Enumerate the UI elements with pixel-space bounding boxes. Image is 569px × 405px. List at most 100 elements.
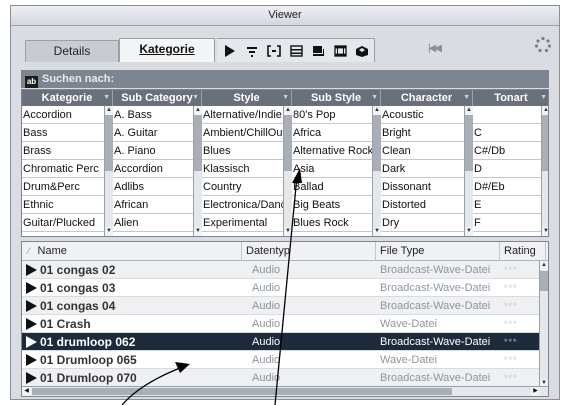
row-rating[interactable]: *** — [504, 315, 540, 333]
grid-icon[interactable] — [331, 42, 349, 60]
filter-item[interactable]: Acoustic — [381, 106, 473, 124]
filter-item[interactable]: Blues — [202, 142, 292, 160]
filter-list-sub-style[interactable]: 80's Pop Africa Alternative Rock Asia Ballad… — [292, 106, 381, 232]
column-header-file-type[interactable]: File Type — [376, 242, 500, 261]
filter-scrollbar[interactable]: ▲ ▼ — [193, 106, 202, 236]
filter-item[interactable]: 80's Pop — [292, 106, 381, 124]
row-rating[interactable]: *** — [504, 333, 540, 351]
play-icon[interactable] — [26, 282, 37, 294]
filter-header-style[interactable]: Style ▼ — [202, 90, 292, 106]
bracket-frame-icon[interactable] — [265, 42, 283, 60]
filter-scrollbar[interactable]: ▲ ▼ — [283, 106, 292, 236]
filter-item[interactable]: Ballad — [292, 178, 381, 196]
table-row[interactable]: 01 congas 04 Audio Broadcast-Wave-Datei *** — [22, 297, 540, 315]
play-icon[interactable] — [26, 300, 37, 312]
filter-item[interactable]: Ethnic — [22, 196, 113, 214]
filter-list-tonart[interactable]: C C#/Db D D#/Eb E F — [473, 106, 548, 232]
filter-item[interactable]: African — [113, 196, 202, 214]
filter-item[interactable]: Big Beats — [292, 196, 381, 214]
row-rating[interactable]: *** — [504, 279, 540, 297]
filter-item[interactable]: Alternative/Indie — [202, 106, 292, 124]
filter-header-sub-category[interactable]: Sub Category ▼ — [113, 90, 202, 106]
filter-list-character[interactable]: Acoustic Bright Clean Dark Dissonant Distorte… — [381, 106, 473, 232]
filter-item[interactable]: Brass — [22, 142, 113, 160]
filter-item[interactable]: Dry — [381, 214, 473, 232]
filter-item[interactable]: Guitar/Plucked — [22, 214, 113, 232]
filter-item[interactable]: Dissonant — [381, 178, 473, 196]
cube-icon[interactable] — [353, 42, 371, 60]
row-rating[interactable]: *** — [504, 369, 540, 387]
row-rating[interactable]: *** — [504, 351, 540, 369]
filter-item[interactable]: A. Piano — [113, 142, 202, 160]
filter-header-character[interactable]: Character ▼ — [381, 90, 473, 106]
play-icon[interactable] — [26, 318, 37, 330]
filter-item[interactable]: Experimental — [202, 214, 292, 232]
filter-item[interactable]: D — [473, 160, 548, 178]
filter-item[interactable]: Asia — [292, 160, 381, 178]
results-vertical-scrollbar[interactable]: ▲ ▼ — [539, 261, 548, 388]
filter-item[interactable]: Africa — [292, 124, 381, 142]
filter-column-sub-style: Sub Style ▼ 80's Pop Africa Alternative Roc… — [292, 90, 381, 236]
tab-details[interactable]: Details — [25, 40, 119, 62]
filter-scrollbar[interactable]: ▲ ▼ — [464, 106, 473, 236]
list-icon[interactable] — [287, 42, 305, 60]
filter-item[interactable]: Accordion — [22, 106, 113, 124]
filter-item[interactable]: Bass — [22, 124, 113, 142]
column-header-datentyp[interactable]: Datentyp — [242, 242, 376, 261]
filter-item[interactable]: Clean — [381, 142, 473, 160]
filter-item[interactable]: Alternative Rock — [292, 142, 381, 160]
table-row[interactable]: 01 Drumloop 070 Audio Broadcast-Wave-Datei… — [22, 369, 540, 387]
table-row[interactable]: 01 congas 02 Audio Broadcast-Wave-Datei *** — [22, 261, 540, 279]
column-header-name[interactable]: ⁄ Name — [22, 242, 242, 261]
table-row[interactable]: 01 drumloop 062 Audio Broadcast-Wave-Datei… — [22, 333, 540, 351]
table-row[interactable]: 01 congas 03 Audio Broadcast-Wave-Datei *** — [22, 279, 540, 297]
filter-item[interactable] — [473, 106, 548, 124]
filter-item[interactable]: Chromatic Perc — [22, 160, 113, 178]
play-icon[interactable] — [26, 354, 37, 366]
filter-item[interactable]: Bright — [381, 124, 473, 142]
table-row[interactable]: 01 Drumloop 065 Audio Wave-Datei *** — [22, 351, 540, 369]
filter-lines-icon[interactable] — [243, 42, 261, 60]
play-icon[interactable] — [26, 264, 37, 276]
filter-item[interactable]: Klassisch — [202, 160, 292, 178]
play-icon[interactable] — [221, 42, 239, 60]
filter-item[interactable]: A. Bass — [113, 106, 202, 124]
filter-item[interactable]: F — [473, 214, 548, 232]
filter-item[interactable]: Adlibs — [113, 178, 202, 196]
row-name-cell: 01 Crash — [22, 315, 252, 333]
filter-header-kategorie[interactable]: Kategorie ▼ — [22, 90, 113, 106]
filter-item[interactable]: E — [473, 196, 548, 214]
filter-item[interactable]: A. Guitar — [113, 124, 202, 142]
filter-scrollbar[interactable]: ▲ ▼ — [541, 106, 548, 236]
column-header-rating[interactable]: Rating — [500, 242, 546, 261]
filter-item[interactable]: Distorted — [381, 196, 473, 214]
table-row[interactable]: 01 Crash Audio Wave-Datei *** — [22, 315, 540, 333]
row-rating[interactable]: *** — [504, 297, 540, 315]
filter-item[interactable]: Accordion — [113, 160, 202, 178]
play-icon[interactable] — [26, 336, 37, 348]
filter-item[interactable]: Blues Rock — [292, 214, 381, 232]
filter-list-sub-category[interactable]: A. Bass A. Guitar A. Piano Accordion Adlibs A… — [113, 106, 202, 232]
search-bar[interactable]: ab Suchen nach: — [21, 70, 549, 88]
filter-header-tonart[interactable]: Tonart ▼ — [473, 90, 548, 106]
results-horizontal-scrollbar[interactable]: ◀ ▶ — [22, 386, 548, 396]
filter-list-kategorie[interactable]: Accordion Bass Brass Chromatic Perc Drum&Per… — [22, 106, 113, 232]
filter-item[interactable]: Country — [202, 178, 292, 196]
filter-item[interactable]: D#/Eb — [473, 178, 548, 196]
filter-header-sub-style[interactable]: Sub Style ▼ — [292, 90, 381, 106]
filter-item[interactable]: Electronica/Dance — [202, 196, 292, 214]
filter-item[interactable]: Ambient/ChillOut — [202, 124, 292, 142]
rewind-icon[interactable]: |◀◀ — [428, 43, 442, 54]
play-icon[interactable] — [26, 372, 37, 384]
filter-item[interactable]: Alien — [113, 214, 202, 232]
filter-item[interactable]: Drum&Perc — [22, 178, 113, 196]
disk-icon[interactable] — [309, 42, 327, 60]
filter-item[interactable]: C#/Db — [473, 142, 548, 160]
row-rating[interactable]: *** — [504, 261, 540, 279]
filter-item[interactable]: Dark — [381, 160, 473, 178]
filter-scrollbar[interactable]: ▲ ▼ — [104, 106, 113, 236]
tab-kategorie[interactable]: Kategorie — [119, 38, 215, 62]
filter-scrollbar[interactable]: ▲ ▼ — [372, 106, 381, 236]
filter-list-style[interactable]: Alternative/Indie Ambient/ChillOut Blues Kl… — [202, 106, 292, 232]
filter-item[interactable]: C — [473, 124, 548, 142]
